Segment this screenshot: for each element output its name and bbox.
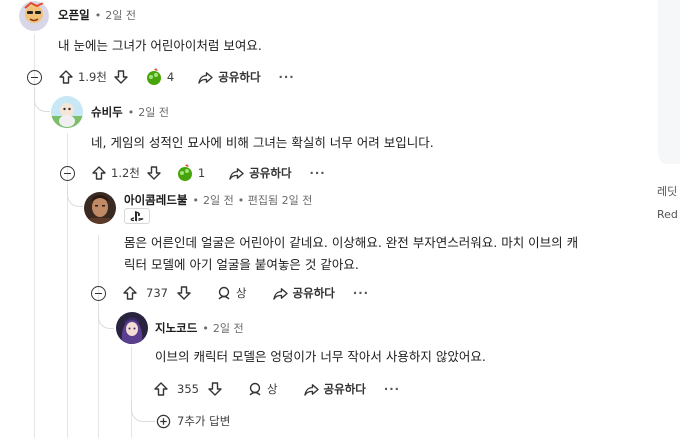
share-button[interactable]: 공유하다 bbox=[272, 285, 335, 301]
share-icon bbox=[303, 383, 319, 396]
upvote-icon bbox=[59, 70, 73, 84]
comment-username[interactable]: 오픈일 bbox=[58, 7, 90, 23]
comment-action-bar: 1.2천 1 공유하다 ··· bbox=[91, 161, 326, 185]
user-avatar[interactable] bbox=[19, 0, 49, 32]
downvote-icon bbox=[208, 382, 222, 396]
award-button[interactable]: 상 bbox=[216, 285, 247, 301]
award-button[interactable]: 1 bbox=[176, 164, 205, 182]
award-icon bbox=[146, 68, 161, 85]
share-label: 공유하다 bbox=[249, 166, 292, 180]
thread-elbow bbox=[34, 88, 50, 112]
upvote-button[interactable] bbox=[91, 165, 107, 181]
award-icon bbox=[177, 164, 192, 181]
downvote-button[interactable] bbox=[146, 165, 162, 181]
comment-action-bar: 355 상 공유하다 ··· bbox=[153, 377, 400, 401]
vote-count: 737 bbox=[146, 286, 168, 300]
user-avatar[interactable] bbox=[84, 192, 116, 224]
share-button[interactable]: 공유하다 bbox=[303, 381, 366, 397]
vote-count: 355 bbox=[177, 382, 199, 396]
more-options-button[interactable]: ··· bbox=[353, 286, 369, 300]
comment-body: 이브의 캐릭터 모델은 엉덩이가 너무 작아서 사용하지 않았어요. bbox=[155, 349, 486, 364]
award-label: 상 bbox=[266, 382, 278, 396]
comment-action-bar: 737 상 공유하다 ··· bbox=[122, 281, 369, 305]
collapse-thread-button[interactable] bbox=[91, 286, 106, 301]
upvote-button[interactable] bbox=[153, 381, 169, 397]
award-icon bbox=[218, 286, 230, 300]
share-button[interactable]: 공유하다 bbox=[198, 69, 261, 85]
share-button[interactable]: 공유하다 bbox=[229, 165, 292, 181]
meta-separator: • bbox=[127, 105, 135, 119]
sidebar-text-reddit: 레딧 bbox=[657, 185, 678, 198]
user-avatar[interactable] bbox=[51, 96, 83, 128]
vote-count: 1.9천 bbox=[78, 70, 107, 84]
thread-elbow bbox=[131, 400, 155, 422]
share-icon bbox=[229, 167, 244, 180]
vote-count: 1.2천 bbox=[111, 166, 140, 180]
more-options-button[interactable]: ··· bbox=[279, 70, 295, 84]
sidebar-card bbox=[658, 0, 680, 164]
comment-timestamp[interactable]: 2일 전 bbox=[203, 192, 234, 208]
playstation-icon bbox=[124, 208, 150, 224]
upvote-icon bbox=[154, 382, 168, 396]
comment-body: 네, 게임의 성적인 묘사에 비해 그녀는 확실히 너무 어려 보입니다. bbox=[91, 135, 434, 150]
award-icon bbox=[249, 382, 261, 396]
comment-timestamp[interactable]: 2일 전 bbox=[213, 320, 244, 336]
edited-label: • 편집됨 2일 전 bbox=[237, 194, 313, 207]
comment-username[interactable]: 아이콤레드불 bbox=[124, 192, 187, 208]
comment-timestamp[interactable]: 2일 전 bbox=[138, 104, 169, 120]
comment-username[interactable]: 슈비두 bbox=[91, 104, 123, 120]
comment-username[interactable]: 지노코드 bbox=[155, 320, 197, 336]
share-icon bbox=[272, 287, 288, 300]
thread-elbow bbox=[98, 306, 114, 329]
thread-elbow bbox=[67, 186, 83, 207]
share-icon bbox=[198, 71, 213, 84]
more-options-button[interactable]: ··· bbox=[310, 166, 326, 180]
share-label: 공유하다 bbox=[323, 382, 366, 396]
expand-plus-icon bbox=[156, 414, 171, 428]
sidebar-text-reddit-en: Red bbox=[657, 208, 678, 221]
more-replies-label: 7추가 답변 bbox=[177, 414, 231, 428]
award-count: 4 bbox=[166, 70, 175, 84]
downvote-icon bbox=[114, 70, 128, 84]
award-count: 1 bbox=[197, 166, 206, 180]
user-avatar[interactable] bbox=[116, 312, 148, 344]
downvote-icon bbox=[147, 166, 161, 180]
comment-body-line-1: 몸은 어른인데 얼굴은 어린아이 같네요. 이상해요. 완전 부자연스러워요. … bbox=[124, 235, 579, 250]
upvote-button[interactable] bbox=[58, 69, 74, 85]
more-options-button[interactable]: ··· bbox=[384, 382, 400, 396]
upvote-button[interactable] bbox=[122, 285, 138, 301]
award-label: 상 bbox=[235, 286, 247, 300]
meta-separator: • bbox=[192, 193, 199, 207]
downvote-button[interactable] bbox=[113, 69, 129, 85]
award-button[interactable]: 4 bbox=[145, 68, 174, 86]
upvote-icon bbox=[123, 286, 137, 300]
thread-line-level-3[interactable] bbox=[98, 235, 99, 438]
share-label: 공유하다 bbox=[292, 286, 335, 300]
share-label: 공유하다 bbox=[218, 70, 261, 84]
downvote-button[interactable] bbox=[176, 285, 192, 301]
downvote-button[interactable] bbox=[207, 381, 223, 397]
comment-body: 내 눈에는 그녀가 어린아이처럼 보여요. bbox=[58, 38, 262, 53]
downvote-icon bbox=[177, 286, 191, 300]
upvote-icon bbox=[92, 166, 106, 180]
comment-timestamp[interactable]: 2일 전 bbox=[105, 7, 136, 23]
comment-body-line-2: 릭터 모델에 아기 얼굴을 붙여놓은 것 같아요. bbox=[124, 257, 359, 272]
meta-separator: • bbox=[94, 8, 102, 22]
collapse-thread-button[interactable] bbox=[27, 70, 42, 85]
meta-separator: • bbox=[202, 321, 209, 335]
more-replies-button[interactable]: 7추가 답변 bbox=[156, 413, 230, 429]
thread-line-level-4[interactable] bbox=[131, 346, 132, 438]
comment-action-bar: 1.9천 4 공유하다 ··· bbox=[58, 65, 295, 89]
collapse-thread-button[interactable] bbox=[60, 166, 75, 181]
award-button[interactable]: 상 bbox=[247, 381, 278, 397]
